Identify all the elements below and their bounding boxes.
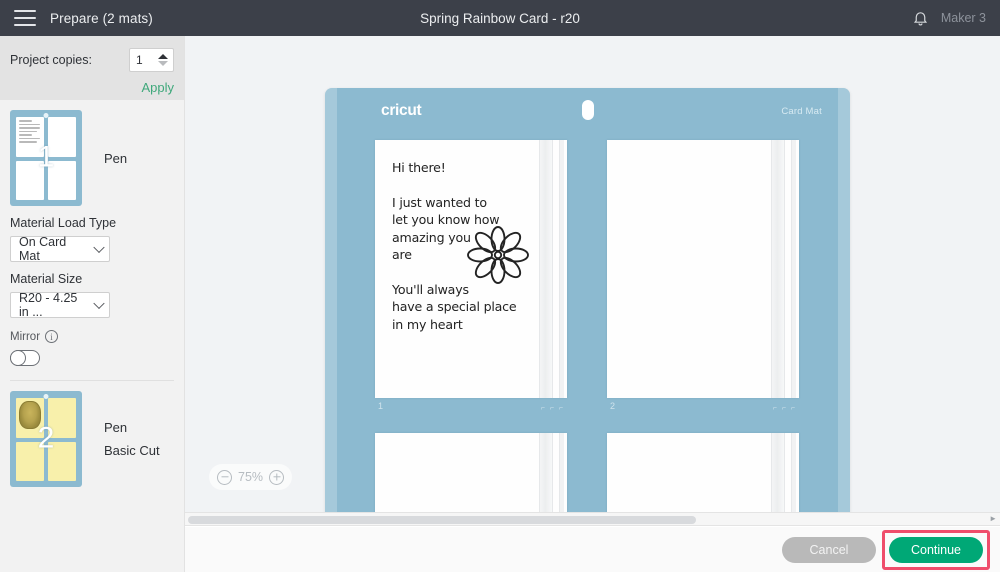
card-mat-type-label: Card Mat [781, 106, 822, 117]
left-sidebar: Project copies: 1 Apply 1 Pen Material L… [0, 36, 185, 572]
zoom-out-icon[interactable] [217, 469, 232, 485]
card-mat-graphic[interactable]: cricut Card Mat Hi there! I just wanted … [325, 88, 850, 512]
zoom-in-icon[interactable] [269, 469, 285, 485]
card-fold-crease [771, 140, 785, 398]
cancel-button[interactable]: Cancel [782, 536, 876, 563]
stepper-increment-icon[interactable] [158, 54, 168, 59]
scrollbar-thumb[interactable] [188, 516, 696, 524]
card-panel-1[interactable]: Hi there! I just wanted to let you know … [375, 140, 567, 412]
project-copies-label: Project copies: [10, 53, 92, 67]
mirror-label: Mirror [10, 330, 41, 343]
chevron-down-icon [93, 241, 105, 254]
mat-right-edge [838, 88, 850, 512]
project-copies-section: Project copies: 1 Apply [0, 36, 184, 100]
material-size-select[interactable]: R20 - 4.25 in ... [10, 291, 110, 319]
continue-button-highlight: Continue [882, 529, 990, 570]
mat-left-edge [325, 88, 337, 512]
card-panel-2[interactable]: 2 ⌐ ⌐ ⌐ [607, 140, 799, 412]
card-panel-4[interactable] [607, 433, 799, 512]
card-fold-edge [791, 433, 796, 512]
app-header: Prepare (2 mats) Spring Rainbow Card - r… [0, 0, 1000, 36]
mat-list-item-1[interactable]: 1 Pen [0, 100, 184, 206]
mat-operation-label: Pen [104, 420, 128, 435]
card-panel-3[interactable] [375, 433, 567, 512]
card-fold-crease [539, 140, 553, 398]
project-copies-stepper[interactable]: 1 [129, 48, 174, 72]
material-size-field: Material Size R20 - 4.25 in ... [0, 262, 184, 319]
mirror-toggle[interactable] [10, 349, 40, 366]
mat-operation-label: Pen [104, 150, 128, 166]
card-fold-edge [791, 140, 796, 398]
canvas-horizontal-scrollbar[interactable]: ◄ ► [185, 512, 1000, 526]
mirror-toggle-knob [10, 349, 26, 366]
material-load-type-value: On Card Mat [19, 235, 67, 263]
scroll-right-arrow-icon[interactable]: ► [989, 515, 997, 523]
footer-action-bar: Cancel Continue [185, 527, 1000, 572]
mirror-section: Mirror i [0, 318, 184, 381]
card-panel-ticks: ⌐ ⌐ ⌐ [772, 405, 795, 412]
mat-operations-2: Pen Basic Cut [104, 416, 160, 462]
card-panel-index: 1 [378, 401, 384, 411]
prepare-mats-screen: Prepare (2 mats) Spring Rainbow Card - r… [0, 0, 1000, 572]
card-fold-crease [771, 433, 785, 512]
hamburger-menu-icon[interactable] [14, 10, 36, 26]
header-right-group: Maker 3 [912, 0, 990, 36]
mat-preview-canvas[interactable]: cricut Card Mat Hi there! I just wanted … [185, 36, 1000, 512]
material-size-label: Material Size [10, 272, 83, 286]
mat-number-1: 1 [37, 140, 55, 174]
card-fold-crease [539, 433, 553, 512]
card-panel-ticks: ⌐ ⌐ ⌐ [540, 405, 563, 412]
card-panel-index: 2 [610, 401, 616, 411]
material-size-value: R20 - 4.25 in ... [19, 291, 78, 319]
stepper-decrement-icon[interactable] [158, 61, 168, 66]
mat-pill-icon [581, 100, 594, 120]
mat-number-2: 2 [37, 421, 55, 455]
info-icon[interactable]: i [45, 330, 59, 343]
cricut-logo: cricut [381, 102, 422, 119]
mini-text-preview [16, 117, 44, 143]
card-fold-edge [559, 140, 564, 398]
continue-button[interactable]: Continue [889, 536, 983, 563]
notification-bell-icon[interactable] [912, 10, 929, 27]
prepare-title: Prepare (2 mats) [50, 10, 153, 26]
material-load-type-field: Material Load Type On Card Mat [0, 206, 184, 263]
material-load-type-select[interactable]: On Card Mat [10, 235, 110, 263]
mat-operation-label: Basic Cut [104, 443, 160, 458]
sidebar-footer-spacer [0, 527, 185, 572]
stepper-arrows [158, 54, 168, 66]
daisy-flower-icon [467, 226, 529, 284]
machine-name-label[interactable]: Maker 3 [941, 11, 990, 25]
zoom-control: 75% [209, 464, 293, 490]
card-fold-edge [559, 433, 564, 512]
mat-thumbnail-1[interactable]: 1 [10, 110, 82, 206]
mat-thumbnail-2[interactable]: 2 [10, 391, 82, 487]
apply-copies-button[interactable]: Apply [10, 80, 174, 95]
chevron-down-icon [93, 297, 105, 310]
project-copies-value: 1 [136, 53, 143, 67]
zoom-level-value: 75% [238, 470, 264, 484]
material-load-type-label: Material Load Type [10, 216, 117, 230]
mat-operations-1: Pen [104, 147, 127, 170]
mat-list-item-2[interactable]: 2 Pen Basic Cut [0, 381, 184, 487]
